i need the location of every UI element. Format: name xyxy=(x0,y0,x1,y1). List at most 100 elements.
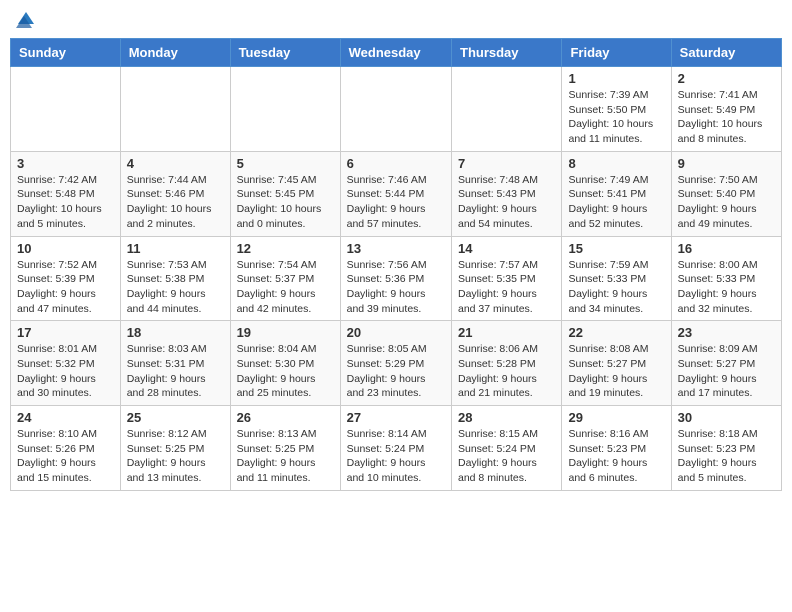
calendar-cell: 9Sunrise: 7:50 AM Sunset: 5:40 PM Daylig… xyxy=(671,151,781,236)
calendar-header-row: SundayMondayTuesdayWednesdayThursdayFrid… xyxy=(11,39,782,67)
day-number: 12 xyxy=(237,241,334,256)
day-number: 17 xyxy=(17,325,114,340)
calendar-cell: 7Sunrise: 7:48 AM Sunset: 5:43 PM Daylig… xyxy=(452,151,562,236)
day-number: 30 xyxy=(678,410,775,425)
calendar-cell: 26Sunrise: 8:13 AM Sunset: 5:25 PM Dayli… xyxy=(230,406,340,491)
calendar-cell: 15 Sunrise: 7:59 AM Sunset: 5:33 PM Dayli… xyxy=(562,236,671,321)
day-number: 23 xyxy=(678,325,775,340)
day-info: Sunrise: 7:45 AM Sunset: 5:45 PM Dayligh… xyxy=(237,173,334,232)
day-info: Sunrise: 7:57 AM Sunset: 5:35 PM Dayligh… xyxy=(458,258,555,317)
day-number: 8 xyxy=(568,156,664,171)
day-number: 1 xyxy=(568,71,664,86)
day-info: Sunrise: 8:15 AM Sunset: 5:24 PM Dayligh… xyxy=(458,427,555,486)
day-info: Sunrise: 7:59 AM Sunset: 5:33 PM Dayligh… xyxy=(568,258,664,317)
day-info: Sunrise: 8:01 AM Sunset: 5:32 PM Dayligh… xyxy=(17,342,114,401)
calendar-cell xyxy=(120,67,230,152)
calendar-cell: 12 Sunrise: 7:54 AM Sunset: 5:37 PM Dayli… xyxy=(230,236,340,321)
day-header-friday: Friday xyxy=(562,39,671,67)
calendar-cell xyxy=(340,67,451,152)
day-info: Sunrise: 8:08 AM Sunset: 5:27 PM Dayligh… xyxy=(568,342,664,401)
calendar-cell: 10 Sunrise: 7:52 AM Sunset: 5:39 PM Dayli… xyxy=(11,236,121,321)
day-number: 10 xyxy=(17,241,114,256)
calendar-cell: 17 Sunrise: 8:01 AM Sunset: 5:32 PM Dayli… xyxy=(11,321,121,406)
day-number: 15 xyxy=(568,241,664,256)
day-number: 3 xyxy=(17,156,114,171)
day-number: 27 xyxy=(347,410,445,425)
logo xyxy=(14,10,36,30)
calendar-cell: 1 Sunrise: 7:39 AM Sunset: 5:50 PM Daylig… xyxy=(562,67,671,152)
day-info: Sunrise: 8:14 AM Sunset: 5:24 PM Dayligh… xyxy=(347,427,445,486)
day-info: Sunrise: 7:41 AM Sunset: 5:49 PM Dayligh… xyxy=(678,88,775,147)
day-number: 18 xyxy=(127,325,224,340)
calendar-week-5: 24Sunrise: 8:10 AM Sunset: 5:26 PM Dayli… xyxy=(11,406,782,491)
day-info: Sunrise: 8:13 AM Sunset: 5:25 PM Dayligh… xyxy=(237,427,334,486)
calendar-cell: 14 Sunrise: 7:57 AM Sunset: 5:35 PM Dayli… xyxy=(452,236,562,321)
header xyxy=(10,10,782,30)
day-info: Sunrise: 8:05 AM Sunset: 5:29 PM Dayligh… xyxy=(347,342,445,401)
day-number: 11 xyxy=(127,241,224,256)
calendar-cell: 22 Sunrise: 8:08 AM Sunset: 5:27 PM Dayli… xyxy=(562,321,671,406)
day-info: Sunrise: 7:46 AM Sunset: 5:44 PM Dayligh… xyxy=(347,173,445,232)
day-number: 22 xyxy=(568,325,664,340)
day-info: Sunrise: 8:00 AM Sunset: 5:33 PM Dayligh… xyxy=(678,258,775,317)
day-number: 7 xyxy=(458,156,555,171)
calendar-cell: 28 Sunrise: 8:15 AM Sunset: 5:24 PM Dayli… xyxy=(452,406,562,491)
calendar-cell: 20 Sunrise: 8:05 AM Sunset: 5:29 PM Dayli… xyxy=(340,321,451,406)
calendar-cell: 5Sunrise: 7:45 AM Sunset: 5:45 PM Daylig… xyxy=(230,151,340,236)
calendar-cell: 6 Sunrise: 7:46 AM Sunset: 5:44 PM Daylig… xyxy=(340,151,451,236)
day-number: 6 xyxy=(347,156,445,171)
calendar-cell: 29 Sunrise: 8:16 AM Sunset: 5:23 PM Dayli… xyxy=(562,406,671,491)
day-info: Sunrise: 7:44 AM Sunset: 5:46 PM Dayligh… xyxy=(127,173,224,232)
day-number: 24 xyxy=(17,410,114,425)
calendar-cell: 16Sunrise: 8:00 AM Sunset: 5:33 PM Dayli… xyxy=(671,236,781,321)
day-number: 28 xyxy=(458,410,555,425)
day-number: 14 xyxy=(458,241,555,256)
calendar-week-1: 1 Sunrise: 7:39 AM Sunset: 5:50 PM Daylig… xyxy=(11,67,782,152)
day-info: Sunrise: 8:09 AM Sunset: 5:27 PM Dayligh… xyxy=(678,342,775,401)
calendar-cell: 30 Sunrise: 8:18 AM Sunset: 5:23 PM Dayli… xyxy=(671,406,781,491)
calendar-cell: 24Sunrise: 8:10 AM Sunset: 5:26 PM Dayli… xyxy=(11,406,121,491)
calendar-cell: 4 Sunrise: 7:44 AM Sunset: 5:46 PM Daylig… xyxy=(120,151,230,236)
calendar-cell xyxy=(452,67,562,152)
day-header-monday: Monday xyxy=(120,39,230,67)
calendar-week-2: 3 Sunrise: 7:42 AM Sunset: 5:48 PM Daylig… xyxy=(11,151,782,236)
day-info: Sunrise: 8:12 AM Sunset: 5:25 PM Dayligh… xyxy=(127,427,224,486)
calendar-cell: 27 Sunrise: 8:14 AM Sunset: 5:24 PM Dayli… xyxy=(340,406,451,491)
calendar-cell: 3 Sunrise: 7:42 AM Sunset: 5:48 PM Daylig… xyxy=(11,151,121,236)
calendar-cell: 8 Sunrise: 7:49 AM Sunset: 5:41 PM Daylig… xyxy=(562,151,671,236)
calendar-cell: 25 Sunrise: 8:12 AM Sunset: 5:25 PM Dayli… xyxy=(120,406,230,491)
day-info: Sunrise: 7:42 AM Sunset: 5:48 PM Dayligh… xyxy=(17,173,114,232)
day-number: 9 xyxy=(678,156,775,171)
day-info: Sunrise: 8:03 AM Sunset: 5:31 PM Dayligh… xyxy=(127,342,224,401)
logo-icon xyxy=(16,10,36,30)
calendar-cell xyxy=(11,67,121,152)
day-header-thursday: Thursday xyxy=(452,39,562,67)
day-info: Sunrise: 8:16 AM Sunset: 5:23 PM Dayligh… xyxy=(568,427,664,486)
calendar-cell: 11 Sunrise: 7:53 AM Sunset: 5:38 PM Dayli… xyxy=(120,236,230,321)
calendar-cell xyxy=(230,67,340,152)
day-info: Sunrise: 8:04 AM Sunset: 5:30 PM Dayligh… xyxy=(237,342,334,401)
day-number: 25 xyxy=(127,410,224,425)
day-info: Sunrise: 7:49 AM Sunset: 5:41 PM Dayligh… xyxy=(568,173,664,232)
day-info: Sunrise: 8:18 AM Sunset: 5:23 PM Dayligh… xyxy=(678,427,775,486)
day-number: 21 xyxy=(458,325,555,340)
day-info: Sunrise: 7:53 AM Sunset: 5:38 PM Dayligh… xyxy=(127,258,224,317)
calendar-week-4: 17 Sunrise: 8:01 AM Sunset: 5:32 PM Dayli… xyxy=(11,321,782,406)
calendar-cell: 2 Sunrise: 7:41 AM Sunset: 5:49 PM Daylig… xyxy=(671,67,781,152)
day-number: 13 xyxy=(347,241,445,256)
day-number: 20 xyxy=(347,325,445,340)
day-header-saturday: Saturday xyxy=(671,39,781,67)
day-number: 2 xyxy=(678,71,775,86)
day-number: 29 xyxy=(568,410,664,425)
calendar-cell: 18 Sunrise: 8:03 AM Sunset: 5:31 PM Dayli… xyxy=(120,321,230,406)
day-info: Sunrise: 7:54 AM Sunset: 5:37 PM Dayligh… xyxy=(237,258,334,317)
day-number: 4 xyxy=(127,156,224,171)
calendar-cell: 21Sunrise: 8:06 AM Sunset: 5:28 PM Dayli… xyxy=(452,321,562,406)
day-header-wednesday: Wednesday xyxy=(340,39,451,67)
day-info: Sunrise: 7:52 AM Sunset: 5:39 PM Dayligh… xyxy=(17,258,114,317)
calendar-cell: 23 Sunrise: 8:09 AM Sunset: 5:27 PM Dayli… xyxy=(671,321,781,406)
calendar-cell: 13Sunrise: 7:56 AM Sunset: 5:36 PM Dayli… xyxy=(340,236,451,321)
calendar-cell: 19Sunrise: 8:04 AM Sunset: 5:30 PM Dayli… xyxy=(230,321,340,406)
calendar: SundayMondayTuesdayWednesdayThursdayFrid… xyxy=(10,38,782,491)
day-info: Sunrise: 7:39 AM Sunset: 5:50 PM Dayligh… xyxy=(568,88,664,147)
